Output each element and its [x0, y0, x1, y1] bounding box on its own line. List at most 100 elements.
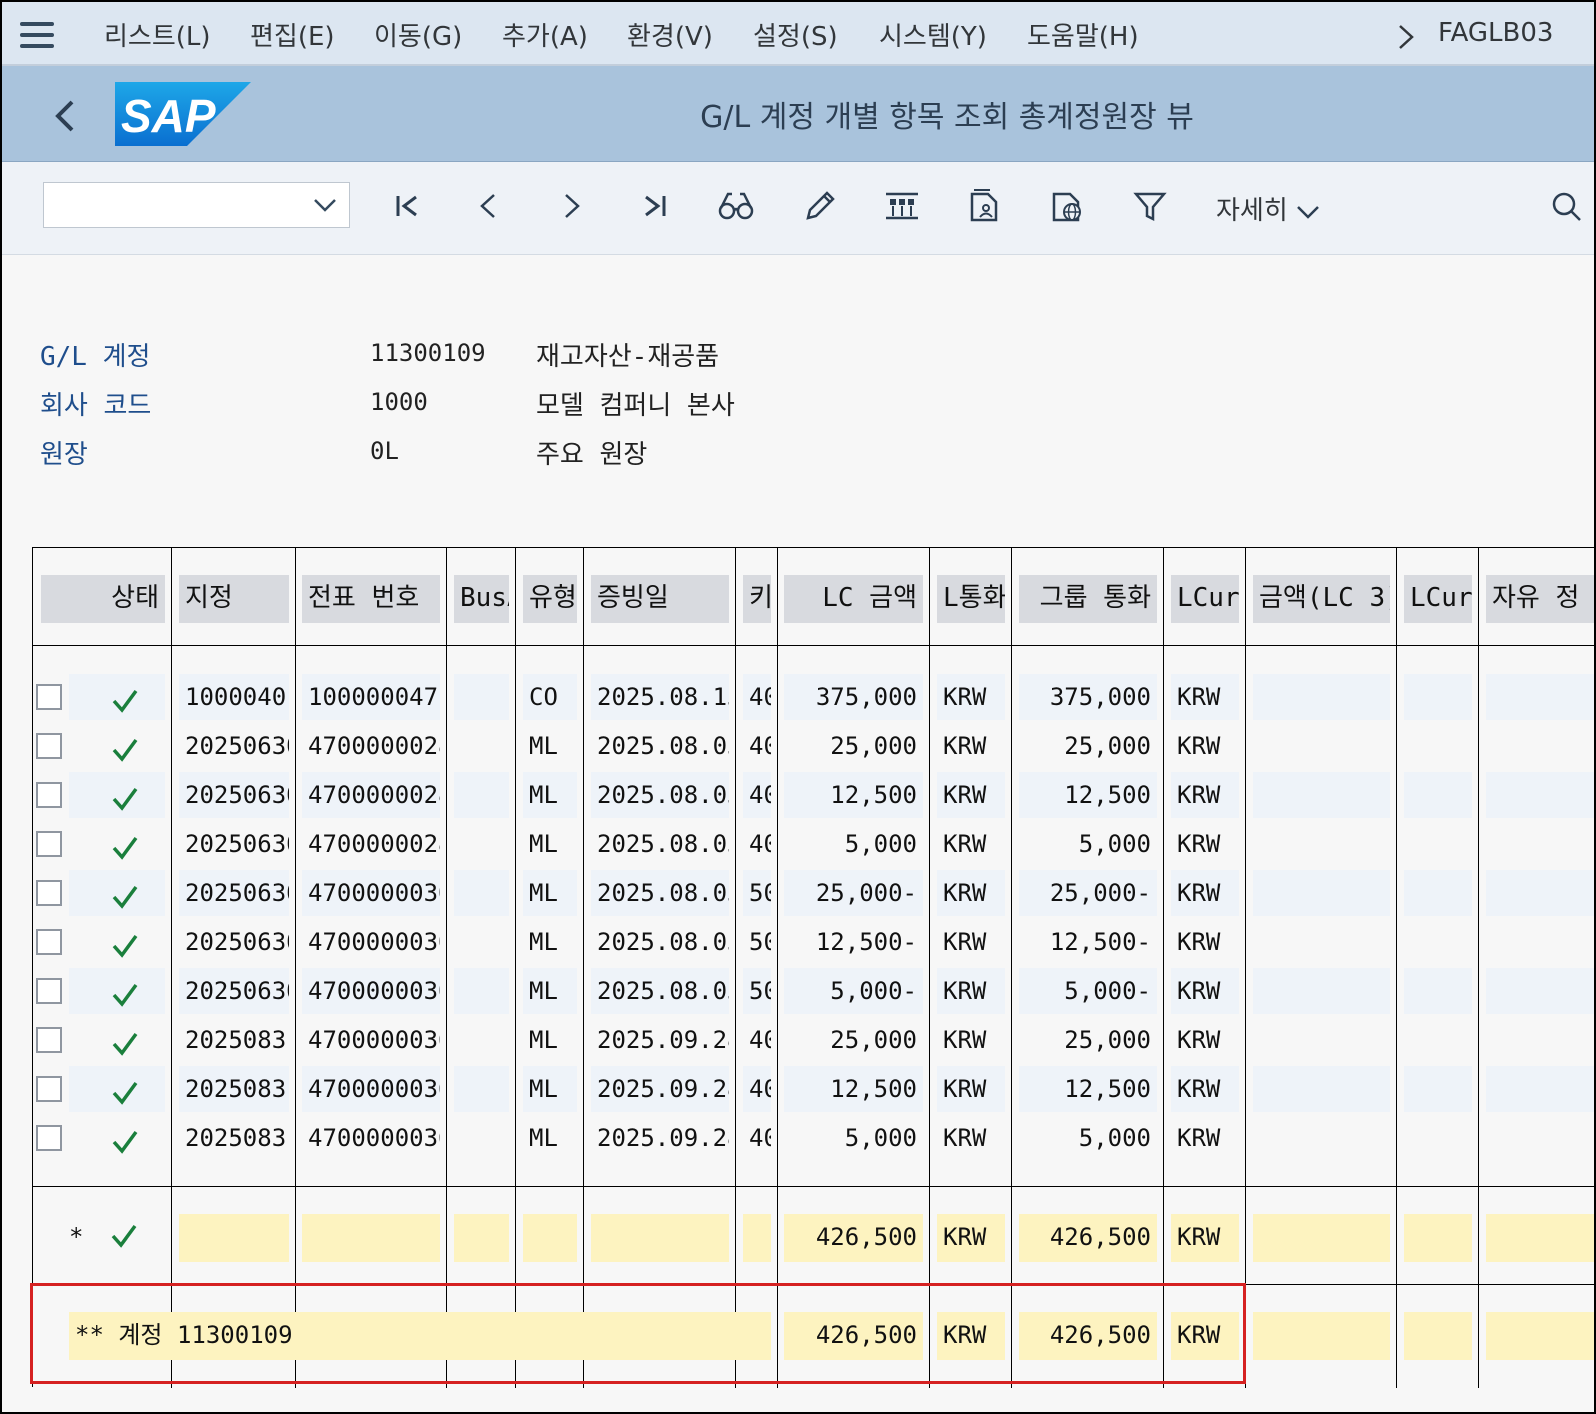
more-button-label: 자세히 [1216, 196, 1288, 226]
cell-group-amount: 12,500 [1019, 1066, 1157, 1112]
company-code-value: 1000 [370, 388, 428, 416]
company-code-label: 회사 코드 [40, 391, 152, 421]
row-select-checkbox[interactable] [36, 684, 62, 710]
status-cell [69, 1066, 165, 1112]
menu-environment[interactable]: 환경(V) [627, 16, 713, 53]
col-doc-type[interactable]: 유형 [523, 575, 577, 623]
cell-lcur3 [1404, 772, 1472, 818]
subtotal-cell [1253, 1214, 1390, 1262]
hamburger-menu-icon[interactable] [20, 22, 54, 48]
cell-doc-date: 2025.08.03 [591, 772, 729, 818]
menu-list[interactable]: 리스트(L) [104, 16, 211, 53]
menu-help[interactable]: 도움말(H) [1027, 16, 1139, 53]
cell-assignment: 20250831 [179, 1066, 289, 1112]
cell-assignment: 20250630 [179, 870, 289, 916]
row-select-checkbox[interactable] [36, 1027, 62, 1053]
menu-settings[interactable]: 설정(S) [753, 16, 838, 53]
menu-extras[interactable]: 추가(A) [502, 16, 588, 53]
row-select-checkbox[interactable] [36, 782, 62, 808]
previous-page-icon[interactable] [468, 186, 508, 226]
row-select-checkbox[interactable] [36, 880, 62, 906]
cell-lc-amount: 25,000 [830, 732, 917, 760]
line-items-grid: 상태 지정 전표 번호 BusA 유형 증빙일 키 LC 금액 L통화 그룹 통화 LCur2 금액(… [32, 547, 1594, 1388]
grid-column-divider [1396, 548, 1397, 1388]
status-ok-check-icon [111, 732, 139, 769]
layout-icon[interactable] [882, 186, 922, 226]
col-doc-number[interactable]: 전표 번호 [302, 575, 440, 623]
col-lcur2[interactable]: LCur2 [1171, 575, 1239, 623]
cell-lcur2: KRW [1171, 674, 1239, 720]
col-group-amount[interactable]: 그룹 통화 [1019, 575, 1157, 623]
cell-doc-no: 4700000036 [302, 1066, 440, 1112]
gl-account-label: G/L 계정 [40, 342, 151, 372]
menu-edit[interactable]: 편집(E) [250, 16, 335, 53]
document-person-icon[interactable] [964, 186, 1004, 226]
cell-type: ML [529, 1124, 558, 1152]
menu-system[interactable]: 시스템(Y) [879, 16, 987, 53]
cell-key: 40 [749, 1026, 771, 1054]
cell-lcur3 [1404, 968, 1472, 1014]
col-posting-key[interactable]: 키 [743, 575, 771, 623]
col-free[interactable]: 자유 정 [1486, 575, 1594, 623]
status-ok-check-icon [111, 1075, 139, 1112]
cell-busa [454, 919, 509, 965]
row-select-checkbox[interactable] [36, 831, 62, 857]
glasses-icon[interactable] [716, 186, 756, 226]
row-select-checkbox[interactable] [36, 733, 62, 759]
grid-column-divider [1245, 548, 1246, 1388]
cell-type: ML [529, 928, 558, 956]
cell-lcurr: KRW [943, 928, 987, 956]
row-select-checkbox[interactable] [36, 929, 62, 955]
cell-busa [454, 1017, 509, 1063]
cell-doc-no: 4700000036 [308, 1026, 440, 1054]
last-page-icon[interactable] [634, 186, 674, 226]
col-business-area[interactable]: BusA [454, 575, 509, 623]
layout-select[interactable] [43, 182, 350, 228]
col-local-currency[interactable]: L통화 [937, 575, 1005, 623]
status-ok-check-icon [111, 928, 139, 965]
account-total-cell: 426,500 [1019, 1312, 1157, 1360]
col-doc-date[interactable]: 증빙일 [591, 575, 729, 623]
pencil-icon[interactable] [800, 186, 840, 226]
cell-lc-amount: 12,500- [815, 928, 917, 956]
cell-lcurr: KRW [937, 772, 1005, 818]
account-total-cell: 426,500 [784, 1312, 923, 1360]
cell-group-amount: 5,000 [1078, 1124, 1151, 1152]
row-select-checkbox[interactable] [36, 978, 62, 1004]
cell-type: ML [529, 830, 558, 858]
cell-lc3 [1253, 821, 1390, 867]
filter-icon[interactable] [1130, 186, 1170, 226]
col-lcur3[interactable]: LCur3 [1404, 575, 1472, 623]
cell-lc-amount: 375,000 [784, 674, 923, 720]
row-select-checkbox[interactable] [36, 1125, 62, 1151]
col-status[interactable]: 상태 [41, 575, 165, 623]
chevron-right-icon[interactable] [1394, 22, 1418, 52]
col-lc-amount[interactable]: LC 금액 [784, 575, 923, 623]
cell-key: 40 [749, 1124, 771, 1152]
cell-group-amount: 375,000 [1019, 674, 1157, 720]
account-total-cell [1486, 1312, 1594, 1360]
cell-lcurr: KRW [937, 1066, 1005, 1112]
status-cell [69, 1115, 165, 1161]
document-globe-icon[interactable] [1048, 186, 1088, 226]
status-ok-check-icon [111, 977, 139, 1014]
transaction-code: FAGLB03 [1438, 18, 1554, 48]
next-page-icon[interactable] [552, 186, 592, 226]
menu-goto[interactable]: 이동(G) [374, 16, 462, 53]
col-assignment[interactable]: 지정 [179, 575, 289, 623]
col-amount-lc3[interactable]: 금액(LC 3) [1253, 575, 1390, 623]
status-ok-check-icon [111, 781, 139, 818]
status-cell [69, 772, 165, 818]
account-total-cell [1253, 1312, 1390, 1360]
cell-assignment: 20250831 [185, 1124, 289, 1152]
grid-column-divider [1011, 548, 1012, 1388]
more-button[interactable]: 자세히 [1216, 190, 1320, 227]
search-icon[interactable] [1546, 186, 1586, 226]
ledger-value: 0L [370, 437, 399, 465]
row-select-checkbox[interactable] [36, 1076, 62, 1102]
first-page-icon[interactable] [388, 186, 428, 226]
account-total-cell [1404, 1312, 1472, 1360]
sap-window: 리스트(L) 편집(E) 이동(G) 추가(A) 환경(V) 설정(S) 시스템… [0, 0, 1596, 1414]
cell-doc-date: 2025.09.28 [597, 1026, 729, 1054]
cell-key: 50 [743, 968, 771, 1014]
